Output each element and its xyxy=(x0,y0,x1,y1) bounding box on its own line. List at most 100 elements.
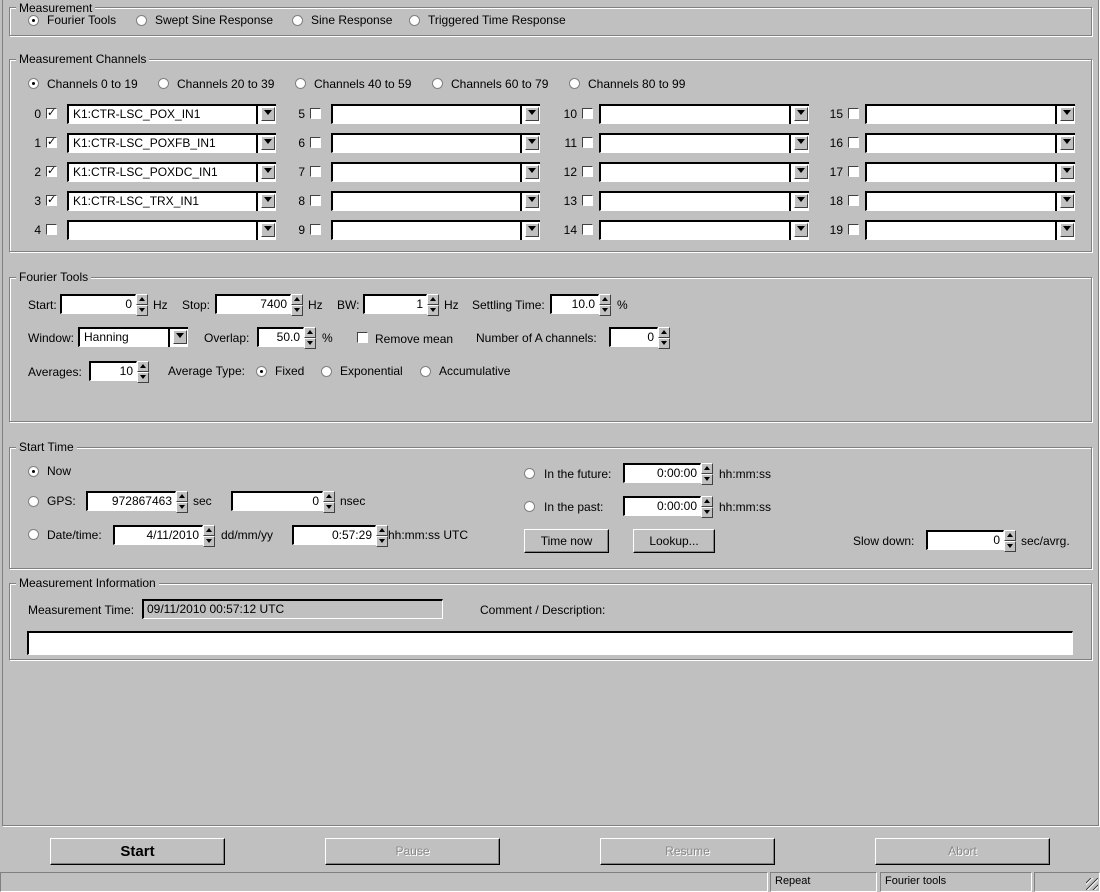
channel-dropdown-button[interactable] xyxy=(256,191,276,211)
abort-button[interactable]: Abort xyxy=(875,838,1050,865)
time-input[interactable]: 0:57:29 xyxy=(292,525,376,545)
channel-name-combo[interactable] xyxy=(331,104,539,124)
channel-checkbox[interactable] xyxy=(582,195,593,206)
measurement-type-radio[interactable] xyxy=(136,15,147,26)
channel-checkbox[interactable] xyxy=(848,166,859,177)
channel-range-radio[interactable] xyxy=(569,78,580,89)
channel-range-radio[interactable] xyxy=(158,78,169,89)
stop-freq-spinner[interactable] xyxy=(291,294,303,316)
channel-dropdown-button[interactable] xyxy=(520,133,540,153)
channel-name-combo[interactable] xyxy=(331,191,539,211)
future-spinner[interactable] xyxy=(701,463,713,485)
past-radio[interactable] xyxy=(524,501,535,512)
num-a-channels-input[interactable]: 0 xyxy=(609,327,658,347)
channel-checkbox[interactable] xyxy=(310,137,321,148)
channel-checkbox[interactable] xyxy=(582,166,593,177)
time-now-button[interactable]: Time now xyxy=(524,529,609,553)
gps-sec-spinner[interactable] xyxy=(176,491,188,513)
bw-input[interactable]: 1 xyxy=(363,294,427,314)
resume-button[interactable]: Resume xyxy=(600,838,775,865)
channel-name-combo[interactable] xyxy=(865,220,1074,240)
channel-dropdown-button[interactable] xyxy=(256,104,276,124)
channel-name-combo[interactable]: K1:CTR-LSC_POX_IN1 xyxy=(67,104,275,124)
start-freq-spinner[interactable] xyxy=(136,294,148,316)
channel-dropdown-button[interactable] xyxy=(1055,133,1075,153)
channel-checkbox[interactable] xyxy=(46,224,57,235)
channel-name-combo[interactable] xyxy=(865,191,1074,211)
channel-range-radio[interactable] xyxy=(295,78,306,89)
channel-checkbox[interactable] xyxy=(848,137,859,148)
settling-time-input[interactable]: 10.0 xyxy=(550,294,599,314)
channel-dropdown-button[interactable] xyxy=(789,220,809,240)
channel-dropdown-button[interactable] xyxy=(256,220,276,240)
channel-dropdown-button[interactable] xyxy=(520,220,540,240)
channel-checkbox[interactable] xyxy=(848,224,859,235)
channel-dropdown-button[interactable] xyxy=(1055,104,1075,124)
measurement-type-radio[interactable] xyxy=(292,15,303,26)
channel-checkbox[interactable] xyxy=(582,108,593,119)
channel-dropdown-button[interactable] xyxy=(520,162,540,182)
channel-dropdown-button[interactable] xyxy=(256,133,276,153)
channel-dropdown-button[interactable] xyxy=(789,104,809,124)
measurement-type-radio[interactable] xyxy=(28,15,39,26)
channel-checkbox[interactable] xyxy=(582,224,593,235)
channel-dropdown-button[interactable] xyxy=(520,104,540,124)
channel-checkbox[interactable]: ✓ xyxy=(46,137,57,148)
gps-nsec-input[interactable]: 0 xyxy=(231,491,323,511)
overlap-input[interactable]: 50.0 xyxy=(257,327,304,347)
average-type-radio[interactable] xyxy=(256,366,267,377)
window-dropdown-button[interactable] xyxy=(168,327,188,347)
resize-grip-icon[interactable] xyxy=(1086,878,1098,890)
gps-radio[interactable] xyxy=(28,496,39,507)
pause-button[interactable]: Pause xyxy=(325,838,500,865)
date-input[interactable]: 4/11/2010 xyxy=(113,525,203,545)
settling-time-spinner[interactable] xyxy=(599,294,611,316)
channel-name-combo[interactable]: K1:CTR-LSC_POXFB_IN1 xyxy=(67,133,275,153)
channel-dropdown-button[interactable] xyxy=(789,133,809,153)
averages-input[interactable]: 10 xyxy=(89,361,137,381)
channel-name-combo[interactable] xyxy=(67,220,275,240)
channel-name-combo[interactable] xyxy=(331,133,539,153)
channel-name-combo[interactable] xyxy=(599,104,808,124)
stop-freq-input[interactable]: 7400 xyxy=(215,294,291,314)
now-radio[interactable] xyxy=(28,466,39,477)
channel-checkbox[interactable] xyxy=(848,108,859,119)
channel-name-combo[interactable]: K1:CTR-LSC_POXDC_IN1 xyxy=(67,162,275,182)
channel-range-radio[interactable] xyxy=(432,78,443,89)
channel-name-combo[interactable] xyxy=(865,104,1074,124)
channel-dropdown-button[interactable] xyxy=(789,191,809,211)
comment-input[interactable] xyxy=(27,631,1073,655)
channel-name-combo[interactable] xyxy=(599,220,808,240)
start-button[interactable]: Start xyxy=(50,838,225,865)
channel-checkbox[interactable] xyxy=(310,108,321,119)
channel-name-combo[interactable] xyxy=(599,162,808,182)
averages-spinner[interactable] xyxy=(137,361,149,383)
channel-name-combo[interactable] xyxy=(865,133,1074,153)
channel-dropdown-button[interactable] xyxy=(1055,220,1075,240)
channel-dropdown-button[interactable] xyxy=(1055,191,1075,211)
channel-checkbox[interactable] xyxy=(310,224,321,235)
average-type-radio[interactable] xyxy=(321,366,332,377)
past-spinner[interactable] xyxy=(701,496,713,518)
channel-dropdown-button[interactable] xyxy=(256,162,276,182)
remove-mean-checkbox[interactable] xyxy=(357,332,368,343)
future-input[interactable]: 0:00:00 xyxy=(623,463,701,483)
bw-spinner[interactable] xyxy=(427,294,439,316)
channel-checkbox[interactable]: ✓ xyxy=(46,108,57,119)
channel-name-combo[interactable] xyxy=(599,133,808,153)
channel-dropdown-button[interactable] xyxy=(520,191,540,211)
channel-checkbox[interactable] xyxy=(848,195,859,206)
channel-range-radio[interactable] xyxy=(28,78,39,89)
channel-checkbox[interactable] xyxy=(310,166,321,177)
slow-down-spinner[interactable] xyxy=(1004,530,1016,552)
channel-name-combo[interactable] xyxy=(599,191,808,211)
datetime-radio[interactable] xyxy=(28,529,39,540)
channel-checkbox[interactable] xyxy=(582,137,593,148)
channel-name-combo[interactable] xyxy=(331,220,539,240)
average-type-radio[interactable] xyxy=(420,366,431,377)
slow-down-input[interactable]: 0 xyxy=(926,530,1004,550)
lookup-button[interactable]: Lookup... xyxy=(633,529,715,553)
num-a-channels-spinner[interactable] xyxy=(658,327,670,349)
date-spinner[interactable] xyxy=(203,525,215,547)
channel-dropdown-button[interactable] xyxy=(1055,162,1075,182)
